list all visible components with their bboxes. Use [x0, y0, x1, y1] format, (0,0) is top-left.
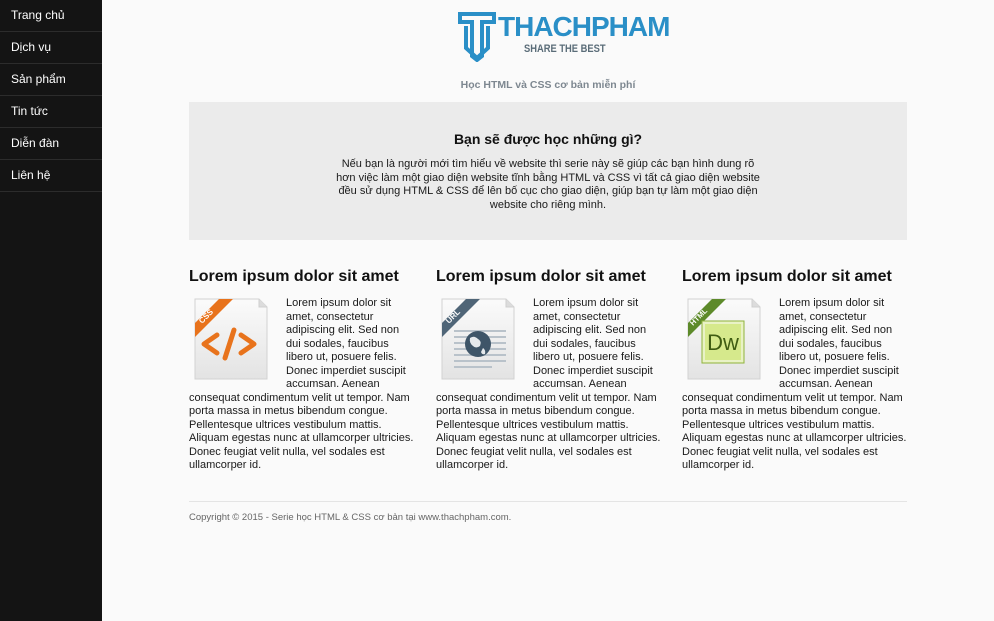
- feature-column-html: Lorem ipsum dolor sit amet HTML Dw Lorem…: [682, 267, 907, 473]
- css-file-icon: CSS: [189, 297, 269, 383]
- footer-copyright: Copyright © 2015 - Serie học HTML & CSS …: [189, 512, 512, 523]
- main-content: THACHPHAM SHARE THE BEST Học HTML và CSS…: [102, 0, 994, 621]
- site-logo[interactable]: THACHPHAM SHARE THE BEST: [458, 10, 670, 64]
- feature-title: Lorem ipsum dolor sit amet: [436, 268, 646, 285]
- html-dreamweaver-file-icon: HTML Dw: [682, 297, 762, 383]
- intro-box: Bạn sẽ được học những gì? Nếu bạn là ngư…: [189, 102, 907, 240]
- sidebar-item-trang-chu[interactable]: Trang chủ: [0, 0, 102, 32]
- sidebar-item-san-pham[interactable]: Sản phẩm: [0, 64, 102, 96]
- intro-text: Nếu bạn là người mới tìm hiểu về website…: [336, 158, 760, 211]
- feature-title: Lorem ipsum dolor sit amet: [189, 268, 399, 285]
- sidebar-item-dien-dan[interactable]: Diễn đàn: [0, 128, 102, 160]
- feature-title: Lorem ipsum dolor sit amet: [682, 268, 892, 285]
- sidebar-item-dich-vu[interactable]: Dịch vụ: [0, 32, 102, 64]
- footer-divider: [189, 501, 907, 502]
- sidebar-item-lien-he[interactable]: Liên hệ: [0, 160, 102, 192]
- logo-brand-text: THACHPHAM: [498, 11, 670, 42]
- sidebar-item-tin-tuc[interactable]: Tin tức: [0, 96, 102, 128]
- dreamweaver-app-label: Dw: [707, 330, 739, 355]
- feature-column-url: Lorem ipsum dolor sit amet URL Lorem ips…: [436, 267, 661, 473]
- sidebar-nav: Trang chủ Dịch vụ Sản phẩm Tin tức Diễn …: [0, 0, 102, 621]
- feature-column-css: Lorem ipsum dolor sit amet CSS Lorem ips…: [189, 267, 414, 473]
- site-subtitle: Học HTML và CSS cơ bản miễn phí: [460, 79, 636, 91]
- intro-heading: Bạn sẽ được học những gì?: [453, 131, 643, 147]
- logo-mark-icon: [458, 12, 496, 62]
- logo-tagline: SHARE THE BEST: [524, 43, 606, 55]
- url-file-icon: URL: [436, 297, 516, 383]
